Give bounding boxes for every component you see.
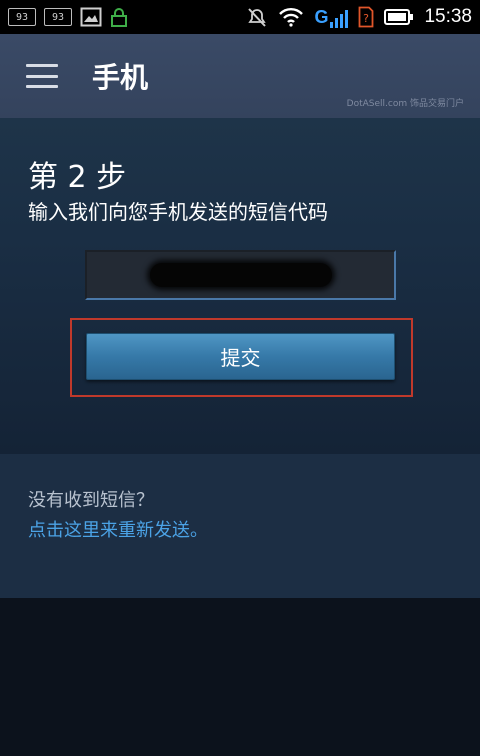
resend-section: 没有收到短信？ 点击这里来重新发送。 (0, 454, 480, 598)
network-type-label: G (314, 6, 329, 27)
sim2-icon: 93 (44, 8, 72, 26)
sim-unknown-icon: ? (358, 6, 374, 28)
step-section: 第 2 步 输入我们向您手机发送的短信代码 提交 (0, 118, 480, 454)
resend-link[interactable]: 点击这里来重新发送。 (28, 516, 208, 542)
submit-button[interactable]: 提交 (86, 333, 395, 380)
svg-text:?: ? (364, 12, 370, 25)
image-icon (80, 7, 102, 27)
wifi-icon (278, 7, 304, 27)
sim2-label: 93 (51, 11, 65, 23)
resend-question: 没有收到短信？ (28, 490, 154, 511)
battery-icon (384, 9, 414, 25)
sim1-label: 93 (15, 11, 29, 23)
step-description: 输入我们向您手机发送的短信代码 (28, 200, 328, 224)
mute-icon (246, 6, 268, 28)
empty-area (0, 598, 480, 756)
cellular-signal-icon: G (314, 6, 349, 28)
app-header: 手机 DotASell.com 饰品交易门户 (0, 34, 480, 118)
clock: 15:38 (424, 6, 472, 27)
sim1-icon: 93 (8, 8, 36, 26)
menu-icon[interactable] (26, 64, 58, 88)
status-bar: 93 93 G ? 15:38 (0, 0, 480, 34)
watermark: DotASell.com 饰品交易门户 (346, 99, 464, 109)
sms-code-input[interactable] (85, 250, 396, 300)
step-title: 第 2 步 (28, 160, 127, 195)
lock-icon (110, 7, 128, 27)
redacted-code (149, 263, 332, 287)
page-title: 手机 (92, 61, 149, 94)
